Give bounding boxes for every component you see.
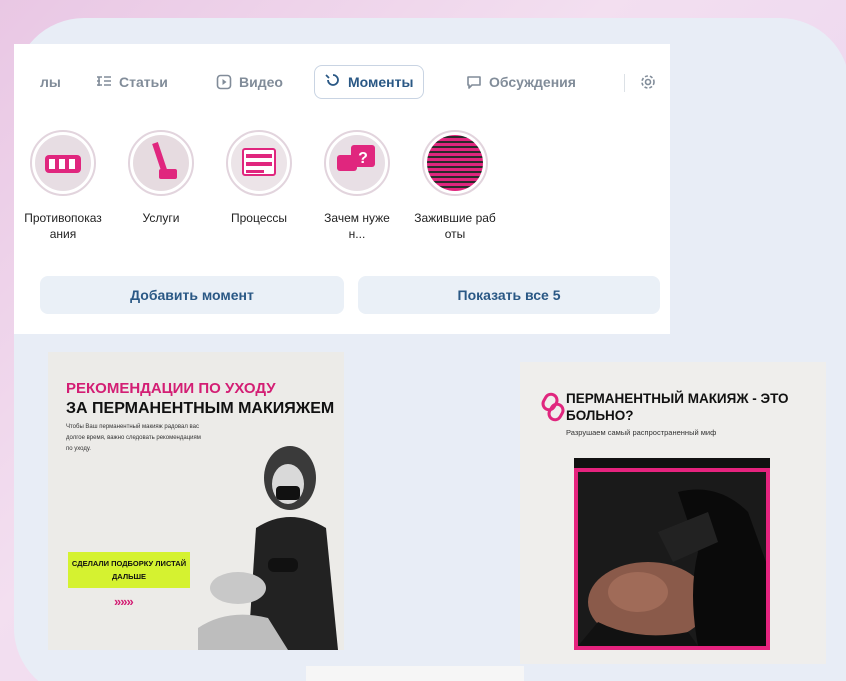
tab-articles-label: Статьи: [119, 74, 168, 90]
story-label: Противопоказания: [24, 211, 102, 241]
tab-discussions-label: Обсуждения: [489, 74, 576, 90]
tab-moments-label: Моменты: [348, 74, 414, 90]
story-services[interactable]: Услуги: [120, 130, 202, 226]
tab-bar: лы Статьи Видео Моменты Обсуждения: [14, 44, 670, 120]
browser-bar: [574, 458, 770, 468]
moments-panel: лы Статьи Видео Моменты Обсуждения Проти…: [14, 44, 670, 334]
tab-articles[interactable]: Статьи: [96, 65, 168, 99]
tab-clips-label: лы: [40, 74, 61, 90]
tab-video[interactable]: Видео: [216, 65, 283, 99]
story-avatar: [422, 130, 488, 196]
healed-works-icon: [427, 135, 483, 191]
chain-link-icon: [541, 392, 565, 422]
show-all-moments-button[interactable]: Показать все 5: [358, 276, 660, 314]
moments-icon: [325, 74, 341, 90]
story-label: Услуги: [142, 211, 180, 225]
post-subtitle: Разрушаем самый распространенный миф: [566, 428, 717, 437]
story-avatar: [30, 130, 96, 196]
gear-icon: [640, 74, 656, 90]
swipe-arrows: »»»: [114, 594, 134, 609]
browser-frame-image: [574, 458, 770, 650]
master-photo: [198, 446, 338, 650]
post-care-recommendations[interactable]: РЕКОМЕНДАЦИИ ПО УХОДУ ЗА ПЕРМАНЕНТНЫМ МА…: [48, 352, 344, 650]
tab-clips[interactable]: лы: [40, 65, 61, 99]
story-avatar: [226, 130, 292, 196]
add-moment-button[interactable]: Добавить момент: [40, 276, 344, 314]
story-avatar: [128, 130, 194, 196]
story-label: Зачем нужен...: [324, 211, 390, 241]
post-title-line2: ЗА ПЕРМАНЕНТНЫМ МАКИЯЖЕМ: [66, 400, 335, 417]
discussions-icon: [466, 74, 482, 90]
story-why[interactable]: ? Зачем нужен...: [316, 130, 398, 242]
story-contraindications[interactable]: Противопоказания: [22, 130, 104, 242]
tab-discussions[interactable]: Обсуждения: [466, 65, 576, 99]
post-title-line1: РЕКОМЕНДАЦИИ ПО УХОДУ: [66, 380, 276, 397]
story-processes[interactable]: Процессы: [218, 130, 300, 226]
story-label: Зажившие работы: [414, 211, 496, 241]
why-icon: ?: [329, 135, 385, 191]
story-avatar: ?: [324, 130, 390, 196]
settings-button[interactable]: [640, 65, 663, 99]
tab-moments[interactable]: Моменты: [314, 65, 425, 99]
contraindications-icon: [35, 135, 91, 191]
articles-icon: [96, 74, 112, 90]
post-partial-bottom[interactable]: [306, 666, 524, 681]
procedure-photo: [578, 472, 766, 646]
tab-video-label: Видео: [239, 74, 283, 90]
services-icon: [133, 135, 189, 191]
cta-badge: СДЕЛАЛИ ПОДБОРКУ ЛИСТАЙ ДАЛЬШЕ: [68, 552, 190, 588]
post-permanent-makeup-pain[interactable]: ПЕРМАНЕНТНЫЙ МАКИЯЖ - ЭТО БОЛЬНО? Разруш…: [520, 362, 826, 664]
video-icon: [216, 74, 232, 90]
story-healed-works[interactable]: Зажившие работы: [414, 130, 496, 242]
tab-separator: [624, 74, 625, 92]
post-title: ПЕРМАНЕНТНЫЙ МАКИЯЖ - ЭТО БОЛЬНО?: [566, 391, 789, 423]
post-body-text: Чтобы Ваш перманентный макияж радовал ва…: [66, 424, 201, 452]
svg-text:?: ?: [358, 150, 368, 167]
story-label: Процессы: [230, 211, 287, 225]
processes-icon: [231, 135, 287, 191]
